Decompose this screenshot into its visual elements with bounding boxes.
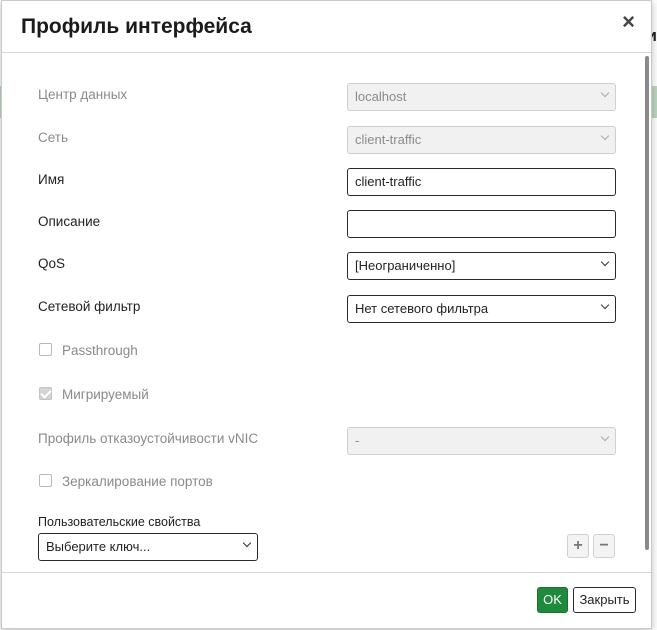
port-mirroring-row: Зеркалирование портов	[38, 473, 438, 493]
dialog-footer: OK Закрыть	[2, 572, 651, 630]
datacenter-select[interactable]: localhost	[347, 83, 616, 111]
description-row: Описание	[38, 210, 616, 238]
network-value: client-traffic	[355, 132, 422, 147]
description-input[interactable]	[347, 210, 616, 238]
add-property-button[interactable]: +	[567, 534, 589, 558]
name-row: Имя client-traffic	[38, 168, 616, 196]
chevron-down-icon	[600, 257, 610, 267]
scrollbar[interactable]	[643, 54, 651, 572]
close-button[interactable]: Закрыть	[573, 587, 636, 613]
migratable-label: Мигрируемый	[62, 387, 149, 402]
description-label: Описание	[38, 214, 101, 229]
network-filter-value: Нет сетевого фильтра	[355, 301, 489, 316]
migratable-checkbox[interactable]	[39, 387, 52, 400]
network-row: Сеть client-traffic	[38, 126, 616, 154]
name-input[interactable]: client-traffic	[347, 168, 616, 196]
custom-properties-title: Пользовательские свойства	[38, 515, 201, 529]
port-mirroring-checkbox[interactable]	[39, 474, 52, 487]
dialog-header: Профиль интерфейса ×	[2, 1, 651, 53]
name-label: Имя	[38, 172, 65, 187]
qos-label: QoS	[38, 256, 66, 271]
network-filter-row: Сетевой фильтр Нет сетевого фильтра	[38, 295, 616, 323]
network-filter-label: Сетевой фильтр	[38, 299, 141, 314]
passthrough-checkbox[interactable]	[39, 343, 52, 356]
custom-property-key-select[interactable]: Выберите ключ...	[38, 533, 258, 561]
network-select[interactable]: client-traffic	[347, 126, 616, 154]
qos-select[interactable]: [Неограниченно]	[347, 252, 616, 280]
datacenter-label: Центр данных	[38, 87, 128, 102]
failover-profile-value: -	[355, 433, 360, 448]
passthrough-row: Passthrough	[38, 342, 438, 362]
qos-row: QoS [Неограниченно]	[38, 252, 616, 280]
datacenter-value: localhost	[355, 89, 407, 104]
chevron-down-icon	[600, 432, 610, 442]
chevron-down-icon	[242, 538, 252, 548]
close-icon[interactable]: ×	[622, 10, 635, 34]
migratable-row: Мигрируемый	[38, 386, 438, 406]
chevron-down-icon	[600, 88, 610, 98]
interface-profile-dialog: Профиль интерфейса × Центр данных localh…	[1, 0, 652, 629]
qos-value: [Неограниченно]	[355, 258, 456, 273]
passthrough-label: Passthrough	[62, 343, 138, 358]
dialog-body: Центр данных localhost Сеть client-traff…	[2, 54, 651, 572]
network-filter-select[interactable]: Нет сетевого фильтра	[347, 295, 616, 323]
port-mirroring-label: Зеркалирование портов	[62, 474, 213, 489]
network-label: Сеть	[38, 130, 69, 145]
remove-property-button[interactable]: −	[593, 534, 615, 558]
failover-profile-select[interactable]: -	[347, 427, 616, 455]
custom-property-key-value: Выберите ключ...	[46, 539, 151, 554]
scrollbar-thumb[interactable]	[645, 56, 649, 550]
chevron-down-icon	[600, 300, 610, 310]
failover-profile-label: Профиль отказоустойчивости vNIC	[38, 431, 259, 446]
name-value: client-traffic	[355, 174, 422, 189]
failover-profile-row: Профиль отказоустойчивости vNIC -	[38, 427, 616, 455]
datacenter-row: Центр данных localhost	[38, 83, 616, 111]
chevron-down-icon	[600, 131, 610, 141]
ok-button[interactable]: OK	[537, 587, 568, 613]
dialog-title: Профиль интерфейса	[21, 15, 252, 38]
